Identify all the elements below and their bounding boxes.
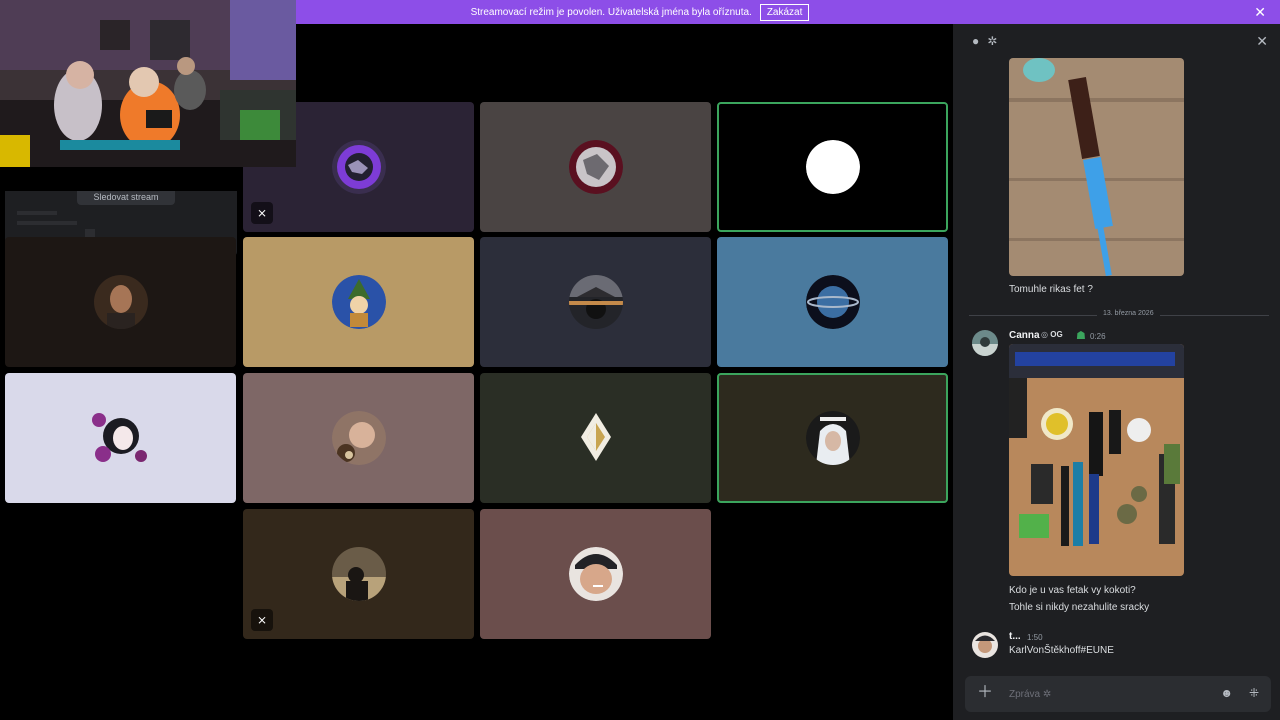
date-divider: 13. března 2026: [969, 310, 1269, 317]
app-root: Streamovací režim je povolen. Uživatelsk…: [0, 0, 1280, 720]
message-text: Tomuhle rikas fet ?: [1009, 284, 1093, 295]
message-timestamp: 1:50: [1027, 633, 1043, 642]
apps-icon[interactable]: ⁜: [1249, 686, 1259, 700]
participant-tile[interactable]: ⨯: [243, 509, 474, 639]
desk-items-photo: [1009, 344, 1184, 576]
date-divider-label: 13. března 2026: [1097, 310, 1160, 317]
message-text: Tohle si nikdy nezahulite sracky: [1009, 602, 1150, 613]
sunset-hat-avatar: [568, 275, 623, 329]
disable-streamer-mode-button[interactable]: Zakázat: [759, 3, 810, 21]
hooded-girl-avatar: [805, 411, 860, 465]
chat-header: ● ✲ ✕: [961, 24, 1280, 58]
monkey-avatar: [331, 411, 386, 465]
avatar[interactable]: [972, 632, 998, 658]
participant-tile[interactable]: [717, 237, 948, 367]
participant-tile[interactable]: [5, 237, 236, 367]
participant-tile[interactable]: [480, 102, 711, 232]
night-people-avatar: [331, 547, 386, 601]
avatar[interactable]: [972, 330, 998, 356]
participant-tile[interactable]: [717, 102, 948, 232]
white-circle-avatar: [805, 140, 860, 194]
chat-bubble-icon[interactable]: ●: [972, 34, 979, 48]
image-attachment[interactable]: [1009, 58, 1184, 276]
badge-icon: ☗: [1076, 330, 1086, 342]
message-timestamp: 0:26: [1090, 332, 1106, 341]
participant-tile[interactable]: [480, 237, 711, 367]
sparkle-icon[interactable]: ✲: [987, 34, 997, 48]
mic-muted-icon: ⨯: [251, 202, 273, 224]
banner-message: Streamovací režim je povolen. Uživatelsk…: [470, 6, 752, 18]
stream-preview[interactable]: [0, 0, 296, 167]
participant-tile[interactable]: [717, 373, 948, 503]
valorant-rank-avatar: [569, 411, 623, 465]
participant-tile[interactable]: [480, 509, 711, 639]
participant-tile[interactable]: [480, 373, 711, 503]
image-attachment[interactable]: [1009, 344, 1184, 576]
planet-avatar: [805, 275, 860, 329]
close-icon[interactable]: ✕: [1256, 33, 1268, 50]
message-text: Kdo je u vas fetak vy kokoti?: [1009, 585, 1136, 596]
anime-girl-roses-avatar: [89, 406, 153, 470]
participant-tile[interactable]: [5, 373, 236, 503]
role-icon: ◎: [1041, 330, 1048, 339]
message-author[interactable]: t...: [1009, 631, 1021, 642]
chat-panel-inner: ● ✲ ✕ Tomuhle rikas fet ? 13. března 202…: [961, 24, 1280, 720]
plus-icon[interactable]: ＋: [977, 685, 993, 701]
mic-muted-icon: ⨯: [251, 609, 273, 631]
message-author[interactable]: Canna: [1009, 330, 1040, 341]
smoking-guy-avatar: [568, 547, 623, 601]
stream-video: [0, 0, 296, 167]
man-portrait-avatar: [93, 275, 148, 329]
message-composer: ＋ ☻ ⁜: [965, 676, 1271, 712]
red-white-orb-avatar: [568, 140, 623, 194]
role-tag: OG: [1050, 330, 1063, 339]
emoji-icon[interactable]: ☻: [1220, 686, 1233, 700]
chat-panel: ● ✲ ✕ Tomuhle rikas fet ? 13. března 202…: [953, 24, 1280, 720]
message-text: KarlVonŠtěkhoff#EUNE: [1009, 645, 1114, 656]
purple-orb-avatar: [331, 140, 386, 194]
role-badge: ◎ OG: [1041, 330, 1063, 339]
participant-tile[interactable]: [243, 373, 474, 503]
wizard-cartoon-avatar: [331, 275, 386, 329]
message-input[interactable]: [1009, 685, 1209, 703]
syringe-photo: [1009, 58, 1184, 276]
close-icon[interactable]: ✕: [1254, 4, 1266, 20]
participant-tile[interactable]: [243, 237, 474, 367]
